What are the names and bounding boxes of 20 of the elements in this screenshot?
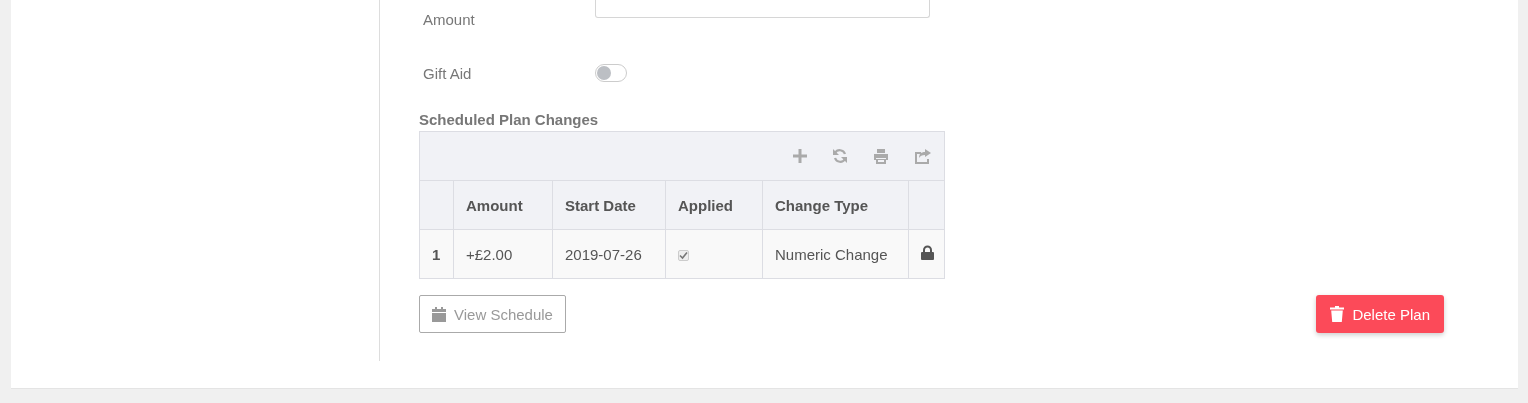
- calendar-icon: [432, 306, 446, 322]
- column-header[interactable]: Change Type: [762, 181, 909, 230]
- print-icon[interactable]: [873, 148, 889, 164]
- table-cell: 2019-07-26: [552, 229, 666, 278]
- field-label: Amount: [422, 10, 476, 28]
- row-number: 1: [420, 229, 454, 278]
- column-header[interactable]: Applied: [665, 181, 763, 230]
- table-cell: Numeric Change: [762, 229, 909, 278]
- column-header[interactable]: Start Date: [552, 181, 666, 230]
- refresh-icon[interactable]: [832, 148, 848, 164]
- share-icon[interactable]: [914, 148, 932, 164]
- column-header[interactable]: Amount: [453, 181, 553, 230]
- field-label: Gift Aid: [422, 64, 473, 82]
- trash-icon: [1330, 306, 1345, 322]
- input-field[interactable]: [595, 0, 930, 18]
- section-title: Scheduled Plan Changes: [419, 111, 600, 130]
- add-icon[interactable]: [793, 149, 807, 163]
- toggle-switch[interactable]: [595, 64, 627, 82]
- table-cell: +£2.00: [453, 229, 553, 278]
- delete-plan-button[interactable]: Delete Plan: [1316, 295, 1444, 333]
